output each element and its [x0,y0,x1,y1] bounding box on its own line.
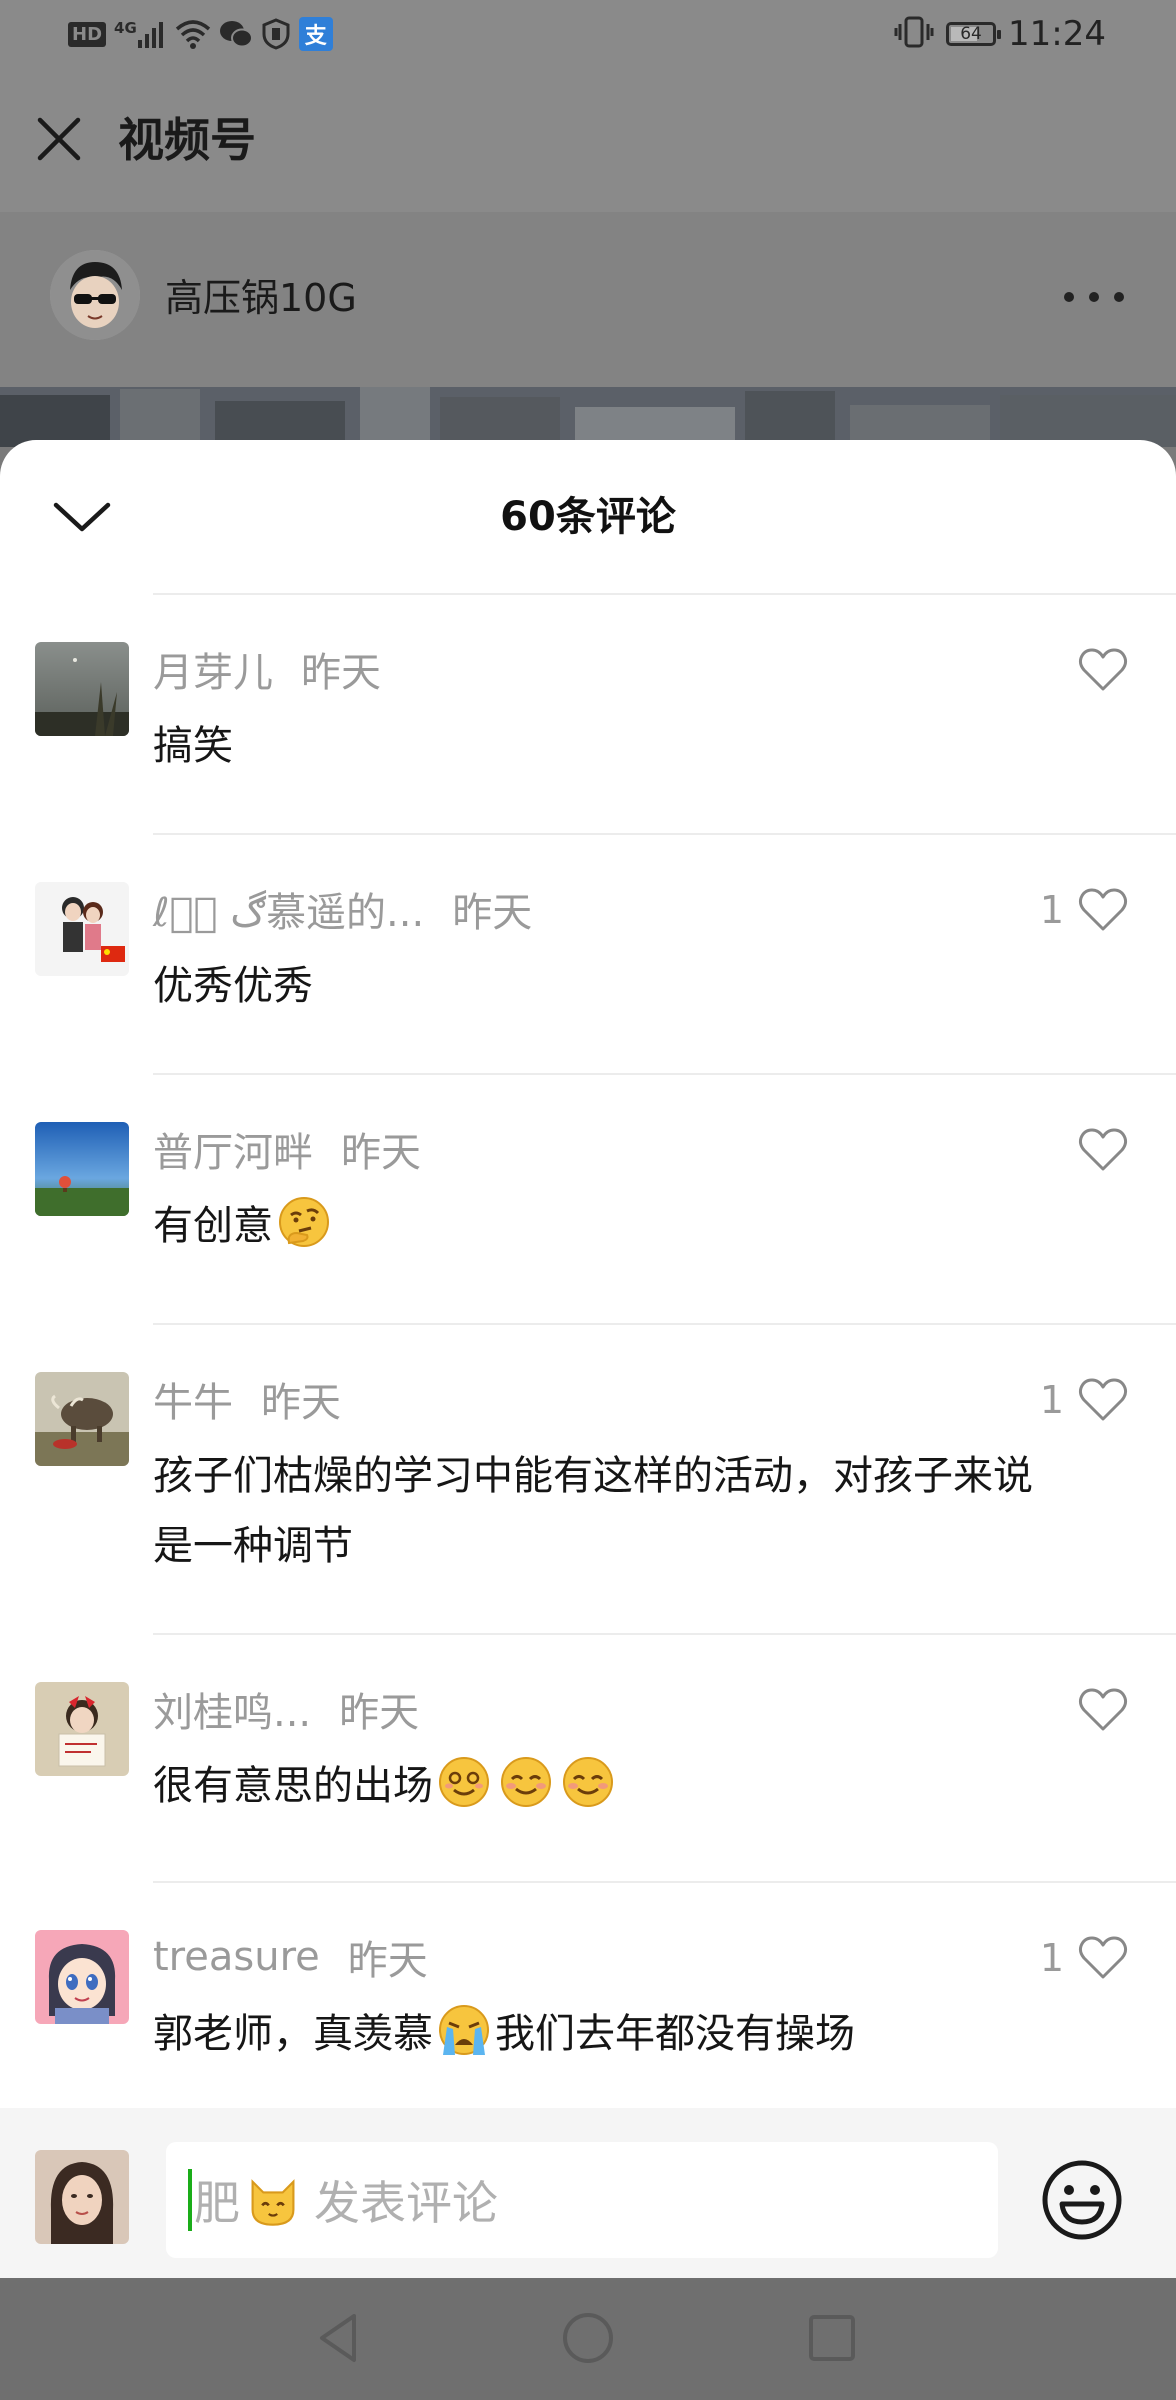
back-triangle-icon[interactable] [310,2308,370,2368]
comment-text: 优秀优秀 [153,963,313,1009]
like-button[interactable] [1064,1125,1128,1175]
comment-text: 郭老师，真羡慕 我们去年都没有操场 [153,1999,1033,2069]
signal-4g-icon: 4G [114,19,167,49]
sheet-header: 60条评论 [0,440,1176,595]
input-prefix: 肥 [194,2176,240,2230]
comment-item[interactable]: treasure 昨天 郭老师，真羡慕 我们去年都没有操场 1 [0,1883,1176,2123]
heart-icon [1078,1378,1128,1421]
like-button[interactable]: 1 [1040,1375,1128,1425]
avatar[interactable] [35,882,129,976]
comment-list: 月芽儿 昨天 搞笑 ℓ؏ۭ ڰ慕遥的... 昨天 优秀优秀 1 普厅河畔 昨天 … [0,595,1176,2123]
comment-item[interactable]: 普厅河畔 昨天 有创意 [0,1075,1176,1325]
avatar[interactable] [35,1372,129,1466]
heart-icon [1078,1128,1128,1171]
like-button[interactable] [1064,645,1128,695]
comment-item[interactable]: 月芽儿 昨天 搞笑 [0,595,1176,835]
comment-item[interactable]: 刘桂鸣... 昨天 很有意思的出场 [0,1635,1176,1883]
author-avatar[interactable] [50,250,140,340]
comment-time: 昨天 [301,650,381,696]
comment-meta: ℓ؏ۭ ڰ慕遥的... 昨天 [153,879,532,939]
my-avatar [35,2150,129,2244]
avatar[interactable] [35,642,129,736]
blush-emoji-icon [563,1757,613,1807]
comment-text: 搞笑 [153,723,233,769]
comment-input[interactable]: 肥 发表评论 [166,2142,998,2258]
comment-text: 有创意 [153,1191,1033,1261]
comment-text: 很有意思的出场 [153,1751,1033,1821]
comment-time: 昨天 [339,1690,420,1736]
comment-meta: treasure 昨天 [153,1927,428,1987]
avatar[interactable] [35,1122,129,1216]
alipay-icon: 支 [298,17,333,51]
comment-username[interactable]: ℓ؏ۭ ڰ慕遥的... [153,880,424,938]
comments-count-title: 60条评论 [500,494,676,540]
comment-username[interactable]: 月芽儿 [153,640,273,698]
more-dots-icon[interactable] [1064,285,1124,309]
status-icons-left: HD 4G 支 [68,14,333,54]
comments-sheet: 60条评论 月芽儿 昨天 搞笑 ℓ؏ۭ ڰ慕遥的... 昨天 优秀优秀 1 普厅… [0,440,1176,2278]
system-nav-bar [0,2278,1176,2400]
hd-icon: HD [68,19,107,49]
comment-time: 昨天 [347,1938,428,1984]
status-icons-right: 64 11:24 [894,14,1106,54]
like-button[interactable]: 1 [1040,1933,1128,1983]
heart-icon [1078,648,1128,691]
comment-text: 孩子们枯燥的学习中能有这样的活动，对孩子来说是一种调节 [153,1453,1033,1569]
comment-time: 昨天 [261,1380,341,1426]
home-circle-icon[interactable] [558,2308,618,2368]
status-time: 11:24 [1008,14,1106,54]
comment-meta: 刘桂鸣... 昨天 [153,1679,419,1739]
crying-emoji-icon [439,2005,489,2055]
close-icon[interactable] [34,114,84,164]
avatar[interactable] [35,1930,129,2024]
author-name[interactable]: 高压锅10G [165,275,357,321]
thinking-emoji-icon [279,1197,329,1247]
comment-time: 昨天 [452,890,533,936]
like-count: 1 [1039,1378,1064,1422]
comment-meta: 普厅河畔 昨天 [153,1119,421,1179]
cat-emoji-icon [251,2179,295,2226]
comment-input-bar: 肥 发表评论 [0,2108,1176,2278]
dizzy-smile-emoji-icon [439,1757,489,1807]
heart-icon [1078,1688,1128,1731]
comment-username[interactable]: 牛牛 [153,1370,233,1428]
comment-item[interactable]: ℓ؏ۭ ڰ慕遥的... 昨天 优秀优秀 1 [0,835,1176,1075]
comment-username[interactable]: 刘桂鸣... [153,1680,311,1738]
heart-icon [1078,888,1128,931]
smiley-icon[interactable] [1040,2158,1124,2242]
shield-icon [261,18,291,50]
comment-meta: 牛牛 昨天 [153,1369,341,1429]
comment-item[interactable]: 牛牛 昨天 孩子们枯燥的学习中能有这样的活动，对孩子来说是一种调节 1 [0,1325,1176,1635]
like-button[interactable]: 1 [1040,885,1128,935]
blush-emoji-icon [501,1757,551,1807]
wechat-icon [219,19,253,49]
vibrate-icon [894,15,934,53]
like-count: 1 [1039,1936,1064,1980]
status-bar: HD 4G 支 64 11:24 [0,0,1176,70]
battery-icon: 64 [946,22,1002,46]
input-placeholder: 发表评论 [314,2176,498,2230]
comment-username[interactable]: treasure [153,1934,320,1980]
recents-square-icon[interactable] [802,2308,862,2368]
like-count: 1 [1039,888,1064,932]
comment-meta: 月芽儿 昨天 [153,639,381,699]
text-caret [188,2169,192,2231]
like-button[interactable] [1064,1685,1128,1735]
page-title: 视频号 [118,113,256,167]
heart-icon [1078,1936,1128,1979]
comment-username[interactable]: 普厅河畔 [153,1120,313,1178]
wifi-icon [175,19,211,49]
video-preview [0,387,1176,447]
avatar[interactable] [35,1682,129,1776]
comment-time: 昨天 [341,1130,421,1176]
